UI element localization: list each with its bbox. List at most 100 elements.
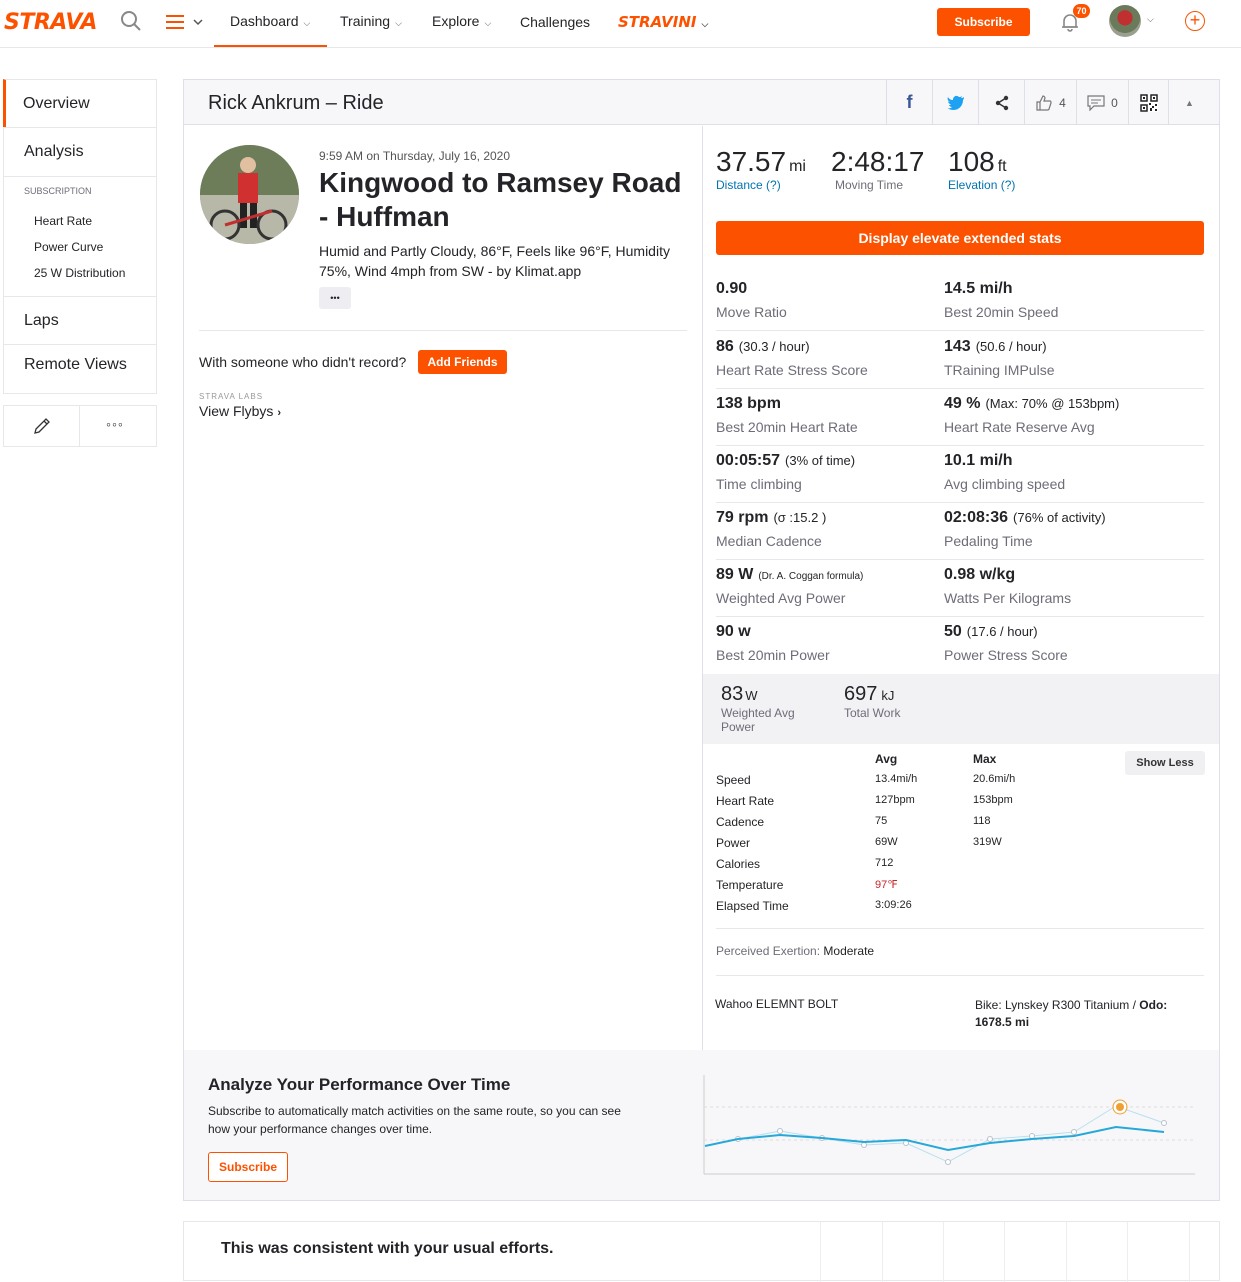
pencil-icon <box>34 418 50 434</box>
menu-icon[interactable] <box>166 13 206 31</box>
elevation-label[interactable]: Elevation (?) <box>948 178 1015 192</box>
table-cell-max: 20.6mi/h <box>973 773 1016 785</box>
table-cell-max: 319W <box>973 836 1002 848</box>
table-row-label: Speed <box>716 773 751 787</box>
divider <box>4 176 156 177</box>
sidebar-item-overview[interactable]: Overview <box>3 79 157 128</box>
activity-datetime: 9:59 AM on Thursday, July 16, 2020 <box>319 149 511 163</box>
share-button[interactable] <box>978 80 1024 125</box>
subscribe-button[interactable]: Subscribe <box>937 8 1030 36</box>
kudos-button[interactable]: 4 <box>1024 80 1076 125</box>
sidebar-item-label: Laps <box>24 312 59 329</box>
sidebar-item-remote-views[interactable]: Remote Views <box>3 344 157 394</box>
extended-stat: 14.5 mi/h Best 20min Speed <box>944 280 1058 320</box>
avg-header: Avg <box>875 752 898 766</box>
show-less-button[interactable]: Show Less <box>1125 751 1205 775</box>
upload-plus-icon[interactable]: + <box>1185 11 1205 31</box>
avatar[interactable] <box>1109 5 1141 37</box>
table-row-label: Cadence <box>716 815 765 829</box>
view-flybys-link[interactable]: View Flybys › <box>199 403 281 419</box>
stat-value: 10.1 mi/h <box>944 452 1013 469</box>
stat-label: Time climbing <box>716 476 802 492</box>
edit-button[interactable] <box>3 405 80 447</box>
elevate-stats-button[interactable]: Display elevate extended stats <box>716 221 1204 255</box>
sidebar-item-analysis[interactable]: Analysis <box>4 128 156 161</box>
consistency-text: This was consistent with your usual effo… <box>221 1240 554 1257</box>
chevron-down-icon[interactable]: ⌵ <box>1147 14 1154 25</box>
twitter-share-button[interactable] <box>932 80 978 125</box>
stat-value: 0.90 <box>716 280 748 297</box>
activity-header: Rick Ankrum – Ride f 4 0 ▲ <box>184 80 1219 125</box>
bike-info: Bike: Lynskey R300 Titanium / Odo: 1678.… <box>975 998 1168 1029</box>
sidebar-item-laps[interactable]: Laps <box>3 296 157 345</box>
table-row-label: Calories <box>716 857 761 871</box>
athlete-avatar[interactable] <box>200 145 299 244</box>
ellipsis-icon: ◦◦◦ <box>106 416 124 432</box>
sidebar-item-power-curve[interactable]: Power Curve <box>34 240 103 254</box>
chevron-down-icon: ⌵ <box>303 18 311 28</box>
collapse-button[interactable]: ▲ <box>1168 80 1210 125</box>
sidebar-item-distribution[interactable]: 25 W Distribution <box>34 266 125 280</box>
stat-value: 50 (17.6 / hour) <box>944 623 1038 640</box>
extended-stat: 86 (30.3 / hour) Heart Rate Stress Score <box>716 338 868 378</box>
facebook-share-button[interactable]: f <box>886 80 932 125</box>
promo-subscribe-button[interactable]: Subscribe <box>208 1152 288 1182</box>
stat-value: 143 (50.6 / hour) <box>944 338 1047 355</box>
extended-stat: 0.90 Move Ratio <box>716 280 787 320</box>
stat-value: 89 W (Dr. A. Coggan formula) <box>716 566 864 583</box>
divider <box>716 445 1204 446</box>
elevation-stat: 108 ft Elevation (?) <box>948 146 1016 192</box>
divider <box>716 330 1204 331</box>
nav-explore[interactable]: Explore ⌵ <box>432 13 491 29</box>
nav-dashboard[interactable]: Dashboard ⌵ <box>230 13 310 29</box>
perceived-exertion: Perceived Exertion: Moderate <box>716 944 875 958</box>
stat-value: 49 % (Max: 70% @ 153bpm) <box>944 395 1120 412</box>
stat-label: Best 20min Speed <box>944 304 1059 320</box>
top-navbar: STRAVA Dashboard ⌵ Training ⌵ Explore ⌵ Cha… <box>0 0 1241 48</box>
description-more-button[interactable]: ••• <box>319 287 351 309</box>
stat-value: 138 bpm <box>716 395 781 412</box>
distance-label[interactable]: Distance (?) <box>716 178 806 192</box>
strava-logo[interactable]: STRAVA <box>4 10 97 35</box>
activity-description: Humid and Partly Cloudy, 86°F, Feels lik… <box>319 243 670 279</box>
comment-count: 0 <box>1111 95 1118 110</box>
device-name: Wahoo ELEMNT BOLT <box>715 997 839 1011</box>
extended-stat: 00:05:57 (3% of time) Time climbing <box>716 452 855 492</box>
nav-challenges[interactable]: Challenges <box>520 14 590 30</box>
table-cell-avg: 13.4mi/h <box>875 773 918 785</box>
twitter-icon <box>946 95 964 110</box>
promo-text: Subscribe to automatically match activit… <box>208 1104 621 1136</box>
sidebar-item-label: Remote Views <box>24 356 127 373</box>
sidebar-item-heart-rate[interactable]: Heart Rate <box>34 214 92 228</box>
table-cell-avg: 69W <box>875 836 898 848</box>
search-icon[interactable] <box>120 10 142 32</box>
performance-promo: Analyze Your Performance Over Time Subsc… <box>184 1050 1219 1200</box>
divider <box>716 559 1204 560</box>
thumbs-up-icon <box>1036 94 1052 111</box>
activity-panel: Rick Ankrum – Ride f 4 0 ▲ 9:59 AM on Th… <box>183 79 1220 1201</box>
stat-value: 14.5 mi/h <box>944 280 1013 297</box>
more-actions-button[interactable]: ◦◦◦ <box>79 405 157 447</box>
table-cell-max: 153bpm <box>973 794 1013 806</box>
promo-title: Analyze Your Performance Over Time <box>208 1075 511 1094</box>
subscription-heading: SUBSCRIPTION <box>24 186 92 196</box>
table-row-label: Heart Rate <box>716 794 775 808</box>
comment-button[interactable]: 0 <box>1076 80 1128 125</box>
extended-stat: 138 bpm Best 20min Heart Rate <box>716 395 858 435</box>
comment-icon <box>1087 94 1105 111</box>
nav-training[interactable]: Training ⌵ <box>340 13 402 29</box>
chevron-down-icon: ⌵ <box>484 18 492 28</box>
extended-stat: 143 (50.6 / hour) TRaining IMPulse <box>944 338 1055 378</box>
stat-value: 02:08:36 (76% of activity) <box>944 509 1106 526</box>
column-divider <box>702 126 703 1050</box>
nav-stravini[interactable]: STRAVINI ⌵ <box>618 13 708 31</box>
stat-label: Median Cadence <box>716 533 822 549</box>
power-summary: 83 W Weighted Avg Power 697 kJ Total Work <box>703 674 1219 744</box>
qr-code-button[interactable] <box>1128 80 1168 125</box>
add-friends-button[interactable]: Add Friends <box>418 350 507 374</box>
stat-label: Power Stress Score <box>944 647 1068 663</box>
table-cell-avg: 97℉ <box>875 879 898 891</box>
table-cell-max: 118 <box>973 815 991 827</box>
stat-label: Heart Rate Stress Score <box>716 362 868 378</box>
active-tab-indicator <box>214 45 327 47</box>
